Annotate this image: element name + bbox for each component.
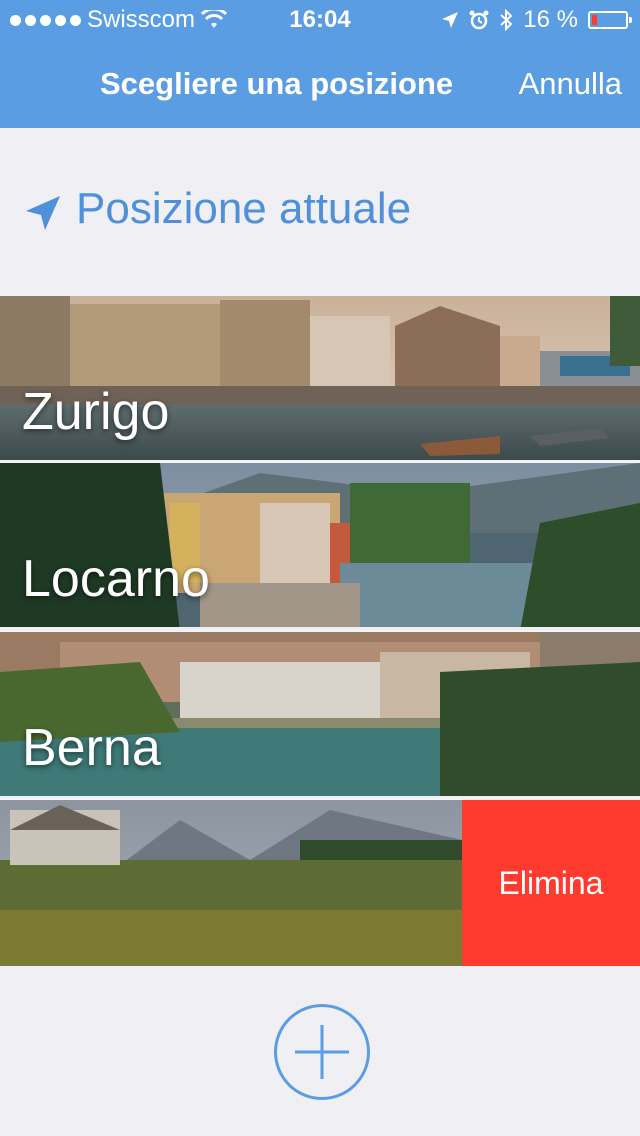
location-name: Locarno (22, 550, 210, 608)
current-location-label: Posizione attuale (76, 184, 412, 233)
battery-percent: 16 % (523, 6, 578, 33)
location-card-zurigo[interactable]: Zurigo (0, 296, 640, 460)
location-name: Zurigo (22, 383, 170, 441)
location-card-berna[interactable]: Berna (0, 632, 640, 796)
top-bar: Swisscom 16:04 16 % Scegliere una posizi… (0, 0, 640, 128)
delete-button[interactable]: Elimina (462, 800, 640, 966)
bluetooth-icon (500, 9, 513, 31)
location-card-swiped[interactable] (0, 800, 462, 966)
location-card-locarno[interactable]: Locarno (0, 463, 640, 627)
location-arrow-icon (26, 196, 60, 230)
alpine-meadow-photo (0, 800, 462, 966)
location-services-icon (442, 12, 459, 28)
cancel-button[interactable]: Annulla (519, 66, 622, 102)
location-name: Berna (22, 719, 161, 777)
battery-icon (588, 11, 632, 29)
status-bar: Swisscom 16:04 16 % (0, 0, 640, 40)
page-title: Scegliere una posizione (100, 66, 454, 101)
alarm-icon (469, 10, 489, 30)
add-location-button[interactable] (274, 1004, 370, 1100)
status-right: 16 % (441, 6, 632, 34)
